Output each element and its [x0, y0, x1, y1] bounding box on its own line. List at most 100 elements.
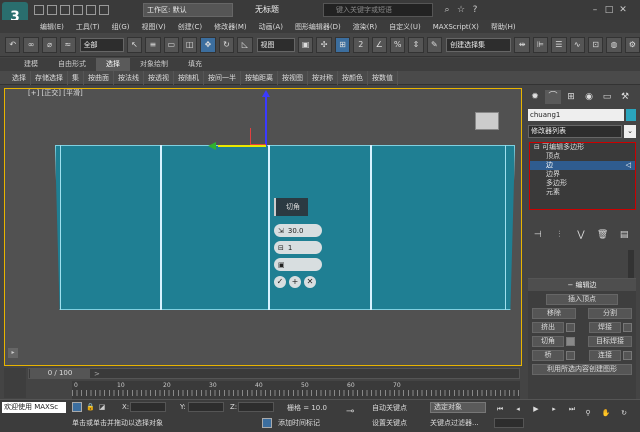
- mini-curve-toggle[interactable]: [4, 368, 26, 398]
- ribbon-cmd-by-random[interactable]: 按随机: [174, 70, 204, 85]
- selected-edge[interactable]: [268, 145, 270, 310]
- lock-icon[interactable]: 🔒: [86, 403, 95, 411]
- modify-tab-icon[interactable]: ⌒: [545, 90, 561, 104]
- menu-group[interactable]: 组(G): [112, 22, 130, 32]
- ribbon-cmd-by-surface[interactable]: 按曲面: [84, 70, 114, 85]
- set-key-button[interactable]: 设置关键点: [372, 418, 407, 428]
- time-slider-next-icon[interactable]: >: [94, 370, 100, 378]
- show-end-result-icon[interactable]: ⫶: [551, 228, 567, 242]
- gizmo-y-arrow-icon[interactable]: [208, 142, 216, 150]
- rotate-icon[interactable]: ↻: [218, 36, 235, 53]
- gizmo-x-axis[interactable]: [218, 145, 266, 147]
- undo-icon[interactable]: ↶: [5, 36, 21, 53]
- hierarchy-tab-icon[interactable]: ⊞: [563, 90, 579, 104]
- time-slider-knob[interactable]: 0 / 100: [30, 369, 90, 378]
- curve-editor-icon[interactable]: ∿: [569, 36, 585, 53]
- schematic-view-icon[interactable]: ⊡: [587, 36, 604, 53]
- extrude-settings-icon[interactable]: [566, 323, 575, 332]
- selected-edge[interactable]: [160, 145, 162, 310]
- open-file-icon[interactable]: [47, 5, 57, 15]
- insert-vertex-button[interactable]: 插入顶点: [546, 294, 618, 305]
- z-coordinate-field[interactable]: [238, 402, 274, 412]
- go-to-start-icon[interactable]: ⏮: [492, 402, 508, 416]
- isolate-icon[interactable]: ◪: [99, 403, 106, 411]
- stack-item-editable-poly[interactable]: ⊟ 可编辑多边形: [530, 143, 635, 152]
- time-slider[interactable]: [28, 368, 520, 379]
- menu-help[interactable]: 帮助(H): [491, 22, 516, 32]
- target-weld-button[interactable]: 目标焊接: [588, 336, 632, 347]
- add-time-tag[interactable]: 添加时间标记: [278, 418, 320, 428]
- modifier-list-dropdown[interactable]: 修改器列表: [528, 125, 622, 138]
- layer-manager-icon[interactable]: ☰: [551, 36, 567, 53]
- utilities-tab-icon[interactable]: ⚒: [617, 90, 633, 104]
- ribbon-cmd-by-perspective[interactable]: 按透视: [144, 70, 174, 85]
- make-unique-icon[interactable]: ⋁: [573, 228, 589, 242]
- create-shape-button[interactable]: 利用所选内容创建图形: [532, 364, 632, 375]
- keyboard-shortcut-icon[interactable]: ⊞: [334, 36, 351, 53]
- connect-settings-icon[interactable]: [623, 351, 632, 360]
- current-frame-field[interactable]: [494, 418, 524, 428]
- weld-button[interactable]: 焊接: [589, 322, 621, 333]
- search-input[interactable]: 键入关键字或短语: [323, 3, 433, 17]
- ribbon-cmd-by-normal[interactable]: 按法线: [114, 70, 144, 85]
- weld-settings-icon[interactable]: [623, 323, 632, 332]
- ribbon-cmd-set[interactable]: 集: [68, 70, 84, 85]
- caddy-ok-button[interactable]: ✓: [274, 276, 286, 288]
- mesh-edge[interactable]: [60, 145, 61, 310]
- chamfer-amount-field[interactable]: ⇲ 30.0: [274, 224, 322, 237]
- chamfer-segments-field[interactable]: ⊟ 1: [274, 241, 322, 254]
- bind-spacewarp-icon[interactable]: ≈: [60, 36, 76, 53]
- tab-selection[interactable]: 选择: [96, 58, 130, 71]
- tab-populate[interactable]: 填充: [178, 58, 212, 71]
- mirror-icon[interactable]: ⇹: [514, 36, 530, 53]
- gizmo-z-arrow-icon[interactable]: [262, 90, 270, 97]
- window-crossing-icon[interactable]: ◫: [181, 36, 198, 53]
- menu-create[interactable]: 创建(C): [178, 22, 202, 32]
- select-manipulate-icon[interactable]: ✣: [316, 36, 332, 53]
- motion-tab-icon[interactable]: ◉: [581, 90, 597, 104]
- menu-rendering[interactable]: 渲染(R): [353, 22, 377, 32]
- move-icon[interactable]: ✥: [200, 36, 216, 53]
- next-frame-icon[interactable]: ▸: [546, 402, 562, 416]
- remove-modifier-icon[interactable]: 🗑: [595, 228, 611, 242]
- caddy-cancel-button[interactable]: ✕: [304, 276, 316, 288]
- play-icon[interactable]: ▶: [528, 402, 544, 416]
- help-icon[interactable]: ?: [468, 3, 482, 17]
- mesh-edge[interactable]: [505, 145, 506, 310]
- auto-key-button[interactable]: 自动关键点: [372, 403, 407, 413]
- pan-icon[interactable]: ✋: [598, 406, 614, 420]
- ribbon-cmd-store-selection[interactable]: 存储选择: [31, 70, 68, 85]
- connect-button[interactable]: 连接: [589, 350, 621, 361]
- ribbon-cmd-select[interactable]: 选择: [8, 70, 31, 85]
- minimize-icon[interactable]: –: [588, 3, 602, 17]
- selection-filter-dropdown[interactable]: 全部: [79, 37, 124, 52]
- tab-modeling[interactable]: 建模: [14, 58, 48, 71]
- object-color-swatch[interactable]: [626, 109, 636, 121]
- zoom-icon[interactable]: ⚲: [580, 406, 596, 420]
- prev-frame-icon[interactable]: ◂: [510, 402, 526, 416]
- new-file-icon[interactable]: [34, 5, 44, 15]
- workspace-dropdown[interactable]: 工作区: 默认: [143, 3, 233, 17]
- ribbon-cmd-by-half[interactable]: 按间一半: [204, 70, 241, 85]
- caddy-apply-button[interactable]: +: [289, 276, 301, 288]
- key-icon[interactable]: ⊸: [346, 406, 354, 417]
- gizmo-plane-handle[interactable]: [250, 128, 266, 145]
- create-tab-icon[interactable]: ✹: [527, 90, 543, 104]
- ribbon-cmd-by-view[interactable]: 按视图: [278, 70, 308, 85]
- rect-selection-icon[interactable]: ▭: [163, 36, 179, 53]
- select-link-icon[interactable]: ∞: [23, 36, 39, 53]
- selected-edge[interactable]: [370, 145, 372, 310]
- project-folder-icon[interactable]: [99, 5, 109, 15]
- extrude-button[interactable]: 挤出: [532, 322, 564, 333]
- stack-item-element[interactable]: 元素: [530, 188, 635, 197]
- split-button[interactable]: 分割: [588, 308, 632, 319]
- bridge-settings-icon[interactable]: [566, 351, 575, 360]
- menu-views[interactable]: 视图(V): [142, 22, 166, 32]
- display-tab-icon[interactable]: ▭: [599, 90, 615, 104]
- y-coordinate-field[interactable]: [188, 402, 224, 412]
- viewport-label[interactable]: [+] [正交] [平滑]: [28, 88, 83, 98]
- select-object-icon[interactable]: ↖: [126, 36, 143, 53]
- close-icon[interactable]: ✕: [616, 3, 630, 17]
- bridge-button[interactable]: 桥: [532, 350, 564, 361]
- menu-tools[interactable]: 工具(T): [76, 22, 100, 32]
